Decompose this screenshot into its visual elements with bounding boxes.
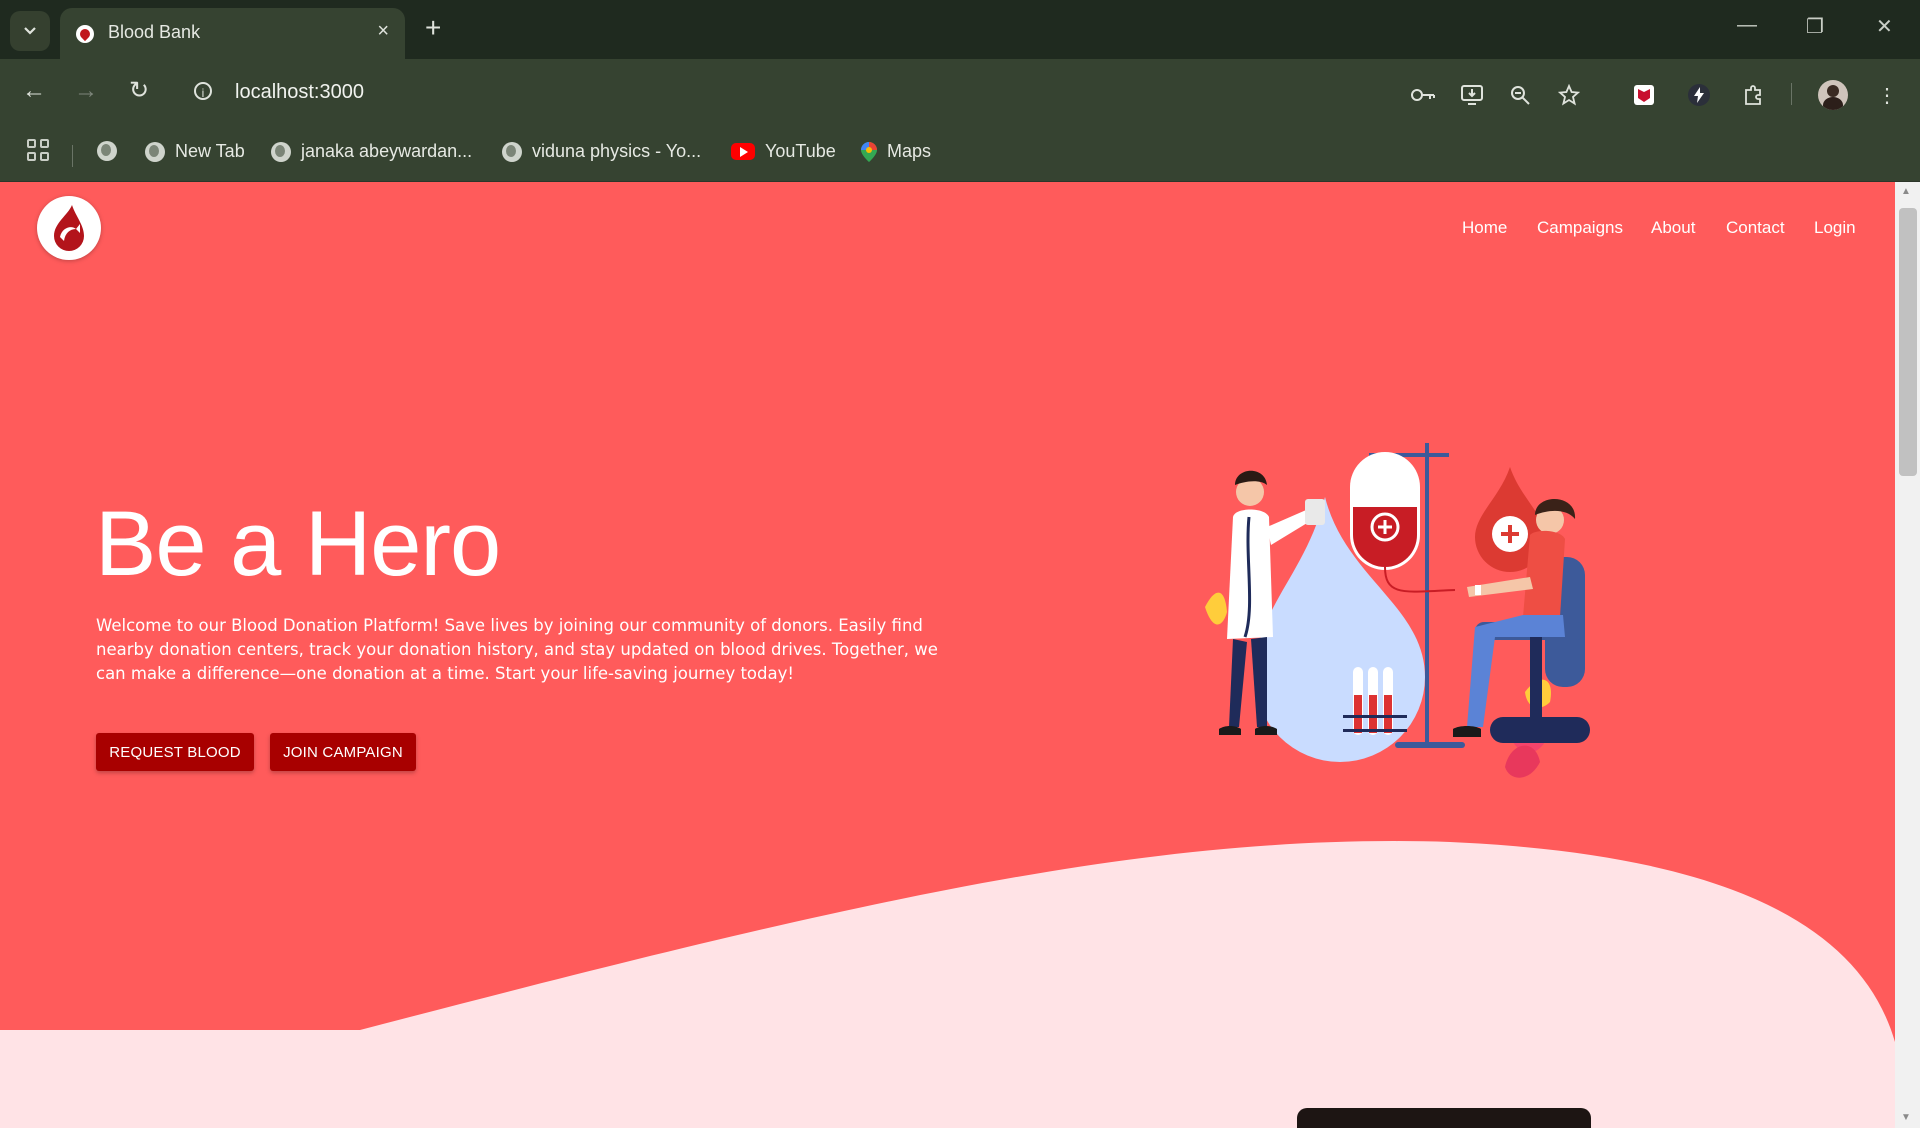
blood-donation-illustration bbox=[1205, 443, 1590, 778]
site-info-icon[interactable]: i bbox=[194, 82, 212, 100]
hero-section: Home Campaigns About Contact Login Be a … bbox=[0, 182, 1895, 1128]
nav-about[interactable]: About bbox=[1651, 218, 1695, 238]
bookmark-new-tab[interactable]: New Tab bbox=[145, 141, 245, 162]
extensions-puzzle-icon[interactable] bbox=[1739, 81, 1767, 109]
toolbar-divider bbox=[1791, 83, 1792, 105]
video-thumbnail[interactable] bbox=[1297, 1108, 1591, 1128]
key-icon[interactable] bbox=[1409, 81, 1437, 109]
hero-description: Welcome to our Blood Donation Platform! … bbox=[96, 616, 938, 683]
bookmark-janaka[interactable]: janaka abeywardan... bbox=[271, 141, 472, 162]
hero-title: Be a Hero bbox=[95, 493, 501, 595]
tab-search-button[interactable] bbox=[10, 11, 50, 51]
nav-login[interactable]: Login bbox=[1814, 218, 1856, 238]
bookmark-maps[interactable]: Maps bbox=[861, 141, 931, 162]
restore-icon[interactable]: ❐ bbox=[1806, 14, 1824, 39]
maps-icon bbox=[861, 141, 877, 162]
bookmark-label: viduna physics - Yo... bbox=[532, 141, 702, 161]
globe-icon bbox=[502, 141, 522, 162]
bookmark-viduna-physics[interactable]: viduna physics - Yo... bbox=[502, 141, 701, 162]
nav-campaigns[interactable]: Campaigns bbox=[1537, 218, 1623, 238]
bookmark-star-icon[interactable] bbox=[1555, 81, 1583, 109]
reload-icon[interactable]: ↻ bbox=[129, 79, 149, 103]
blood-drop-logo-icon bbox=[54, 205, 84, 251]
blood-bank-logo[interactable] bbox=[37, 196, 101, 260]
apps-grid-icon[interactable] bbox=[27, 139, 49, 161]
zoom-icon[interactable] bbox=[1506, 81, 1534, 109]
mcafee-extension-icon[interactable] bbox=[1630, 81, 1658, 109]
join-campaign-button[interactable]: JOIN CAMPAIGN bbox=[270, 733, 416, 771]
install-app-icon[interactable] bbox=[1458, 81, 1486, 109]
scroll-down-icon[interactable]: ▼ bbox=[1901, 1112, 1911, 1123]
chevron-down-icon bbox=[24, 27, 36, 35]
globe-icon bbox=[271, 141, 291, 162]
lightning-extension-icon[interactable] bbox=[1685, 81, 1713, 109]
bookmark-globe[interactable] bbox=[97, 141, 117, 161]
close-window-icon[interactable]: ✕ bbox=[1876, 14, 1893, 39]
bookmark-label: YouTube bbox=[765, 141, 836, 161]
bookmark-label: Maps bbox=[887, 141, 932, 161]
blood-drop-favicon-icon bbox=[76, 25, 94, 43]
bookmark-label: janaka abeywardan... bbox=[301, 141, 473, 161]
forward-icon[interactable]: → bbox=[74, 79, 98, 103]
nav-home[interactable]: Home bbox=[1462, 218, 1507, 238]
profile-avatar[interactable] bbox=[1818, 80, 1848, 110]
youtube-icon bbox=[731, 143, 755, 160]
request-blood-button[interactable]: REQUEST BLOOD bbox=[96, 733, 254, 771]
address-bar[interactable]: localhost:3000 bbox=[235, 81, 364, 104]
tab-title: Blood Bank bbox=[108, 22, 201, 42]
minimize-icon[interactable]: — bbox=[1737, 14, 1757, 37]
bookmarks-divider bbox=[72, 145, 73, 167]
scroll-up-icon[interactable]: ▲ bbox=[1901, 186, 1911, 197]
bookmarks-bar: New Tab janaka abeywardan... viduna phys… bbox=[0, 131, 1920, 182]
page-viewport: Home Campaigns About Contact Login Be a … bbox=[0, 182, 1920, 1128]
close-tab-icon[interactable]: × bbox=[377, 21, 389, 41]
globe-icon bbox=[145, 141, 165, 162]
active-tab[interactable]: Blood Bank × bbox=[60, 8, 405, 59]
browser-toolbar: ← → ↻ i localhost:3000 ⋮ bbox=[0, 59, 1920, 131]
nav-contact[interactable]: Contact bbox=[1726, 218, 1785, 238]
scrollbar-thumb[interactable] bbox=[1899, 208, 1917, 476]
tab-strip: Blood Bank × + — ❐ ✕ bbox=[0, 0, 1920, 59]
back-icon[interactable]: ← bbox=[22, 79, 46, 103]
bookmark-youtube[interactable]: YouTube bbox=[731, 141, 836, 162]
bookmark-label: New Tab bbox=[175, 141, 245, 161]
new-tab-icon[interactable]: + bbox=[425, 14, 441, 42]
globe-icon bbox=[97, 141, 117, 161]
more-menu-icon[interactable]: ⋮ bbox=[1873, 81, 1901, 109]
